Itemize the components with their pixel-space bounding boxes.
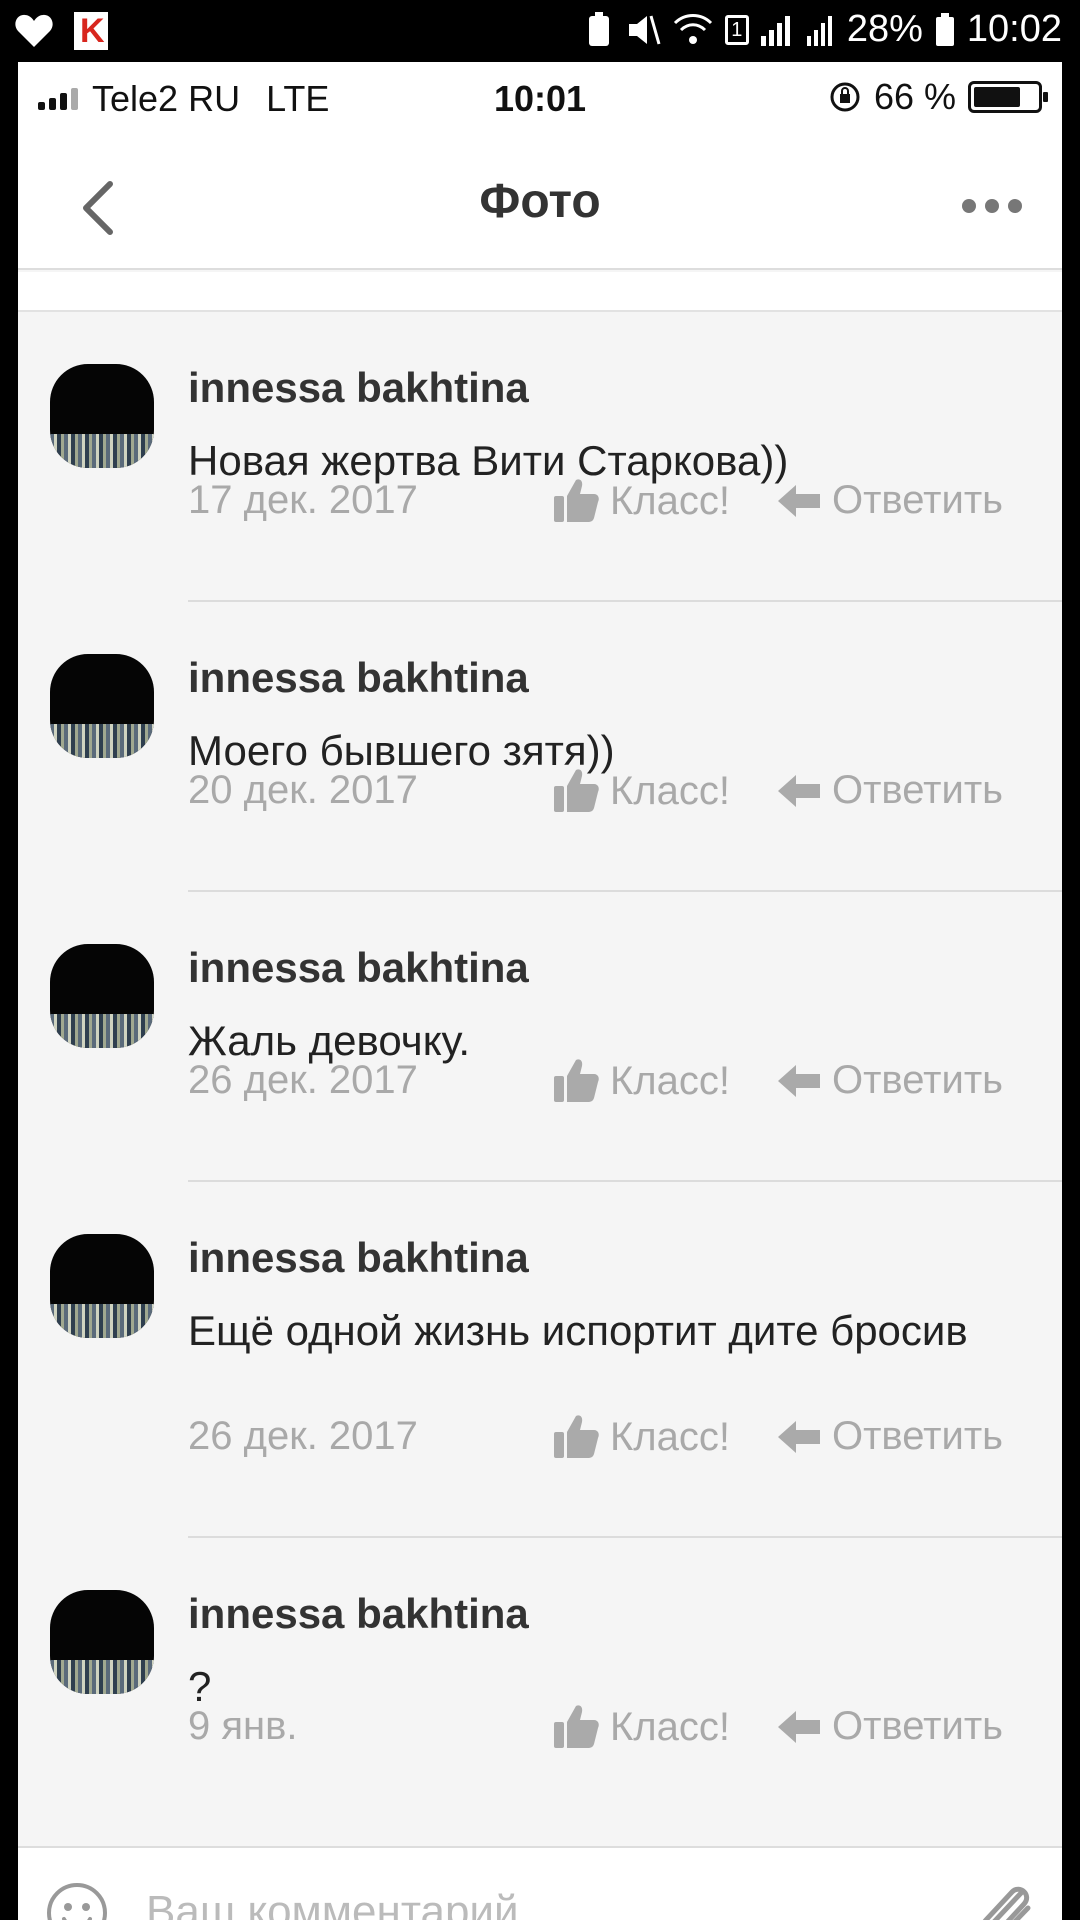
comment-meta: 17 дек. 2017 Класс! Ответить: [188, 478, 1048, 528]
lock-battery-icon: [588, 11, 609, 46]
comment-date: 26 дек. 2017: [188, 1058, 418, 1102]
more-dot-icon: [1008, 199, 1022, 213]
comment-author[interactable]: innessa bakhtina: [188, 1234, 529, 1282]
reply-label: Ответить: [832, 1704, 1003, 1748]
reply-arrow-icon: [778, 774, 820, 807]
ios-status-bar: Tele2 RU LTE 10:01 66 %: [18, 62, 1062, 134]
emoji-icon[interactable]: [46, 1882, 108, 1920]
like-label: Класс!: [610, 1704, 730, 1749]
reply-arrow-icon: [778, 1420, 820, 1453]
ios-battery-percent: 66 %: [873, 76, 956, 117]
comment-item: innessa bakhtina Ещё одной жизнь испорти…: [18, 1182, 1062, 1538]
comment-input[interactable]: [146, 1876, 886, 1920]
like-button[interactable]: Класс!: [552, 1058, 730, 1104]
reply-button[interactable]: Ответить: [776, 1704, 1003, 1749]
more-options-button[interactable]: [952, 186, 1032, 226]
sim-icon: 1: [724, 14, 749, 45]
avatar[interactable]: [50, 364, 154, 468]
comment-meta: 9 янв. Класс! Ответить: [188, 1704, 1048, 1754]
comment-item: innessa bakhtina Новая жертва Вити Старк…: [18, 312, 1062, 602]
comment-date: 17 дек. 2017: [188, 478, 418, 522]
comment-composer: [18, 1846, 1062, 1920]
paperclip-icon[interactable]: [972, 1878, 1038, 1920]
reply-button[interactable]: Ответить: [776, 768, 1003, 813]
previous-content-fragment: [18, 272, 1062, 312]
reply-arrow-icon: [778, 1710, 820, 1743]
reply-arrow-icon: [778, 484, 820, 517]
like-label: Класс!: [610, 1058, 730, 1103]
android-battery-percent: 28%: [846, 8, 923, 50]
avatar[interactable]: [50, 1590, 154, 1694]
thumbs-up-icon: [554, 1059, 599, 1102]
comment-meta: 26 дек. 2017 Класс! Ответить: [188, 1414, 1048, 1464]
battery-icon: [935, 12, 954, 46]
reply-button[interactable]: Ответить: [776, 1414, 1003, 1459]
comment-author[interactable]: innessa bakhtina: [188, 364, 529, 412]
reply-label: Ответить: [832, 768, 1003, 812]
orientation-lock-icon: [830, 82, 860, 112]
like-label: Класс!: [610, 768, 730, 813]
nav-bar: Фото: [18, 134, 1062, 270]
comment-date: 26 дек. 2017: [188, 1414, 418, 1458]
android-time: 10:02: [966, 8, 1062, 50]
like-button[interactable]: Класс!: [552, 1414, 730, 1460]
like-button[interactable]: Класс!: [552, 768, 730, 814]
comment-date: 9 янв.: [188, 1704, 298, 1748]
comment-author[interactable]: innessa bakhtina: [188, 654, 529, 702]
reply-arrow-icon: [778, 1064, 820, 1097]
avatar[interactable]: [50, 1234, 154, 1338]
reply-label: Ответить: [832, 1414, 1003, 1458]
comment-item: innessa bakhtina Жаль девочку. 26 дек. 2…: [18, 892, 1062, 1182]
kaspersky-icon: [74, 12, 108, 51]
thumbs-up-icon: [554, 479, 599, 522]
thumbs-up-icon: [554, 1705, 599, 1748]
mute-icon: [628, 15, 661, 44]
like-label: Класс!: [610, 478, 730, 523]
more-dot-icon: [985, 199, 999, 213]
signal-icon: [760, 15, 790, 46]
comment-date: 20 дек. 2017: [188, 768, 418, 812]
page-title: Фото: [479, 175, 601, 228]
comment-item: innessa bakhtina ? 9 янв. Класс! Ответит…: [18, 1538, 1062, 1828]
reply-button[interactable]: Ответить: [776, 1058, 1003, 1103]
avatar[interactable]: [50, 944, 154, 1048]
more-dot-icon: [962, 199, 976, 213]
comment-meta: 20 дек. 2017 Класс! Ответить: [188, 768, 1048, 818]
avatar[interactable]: [50, 654, 154, 758]
comment-author[interactable]: innessa bakhtina: [188, 944, 529, 992]
like-button[interactable]: Класс!: [552, 478, 730, 524]
android-status-bar: 1 28% 10:02: [0, 0, 1080, 62]
wifi-icon: [673, 13, 712, 44]
comment-text: Ещё одной жизнь испортит дите бросив: [188, 1307, 968, 1354]
like-label: Класс!: [610, 1414, 730, 1459]
reply-label: Ответить: [832, 478, 1003, 522]
heart-icon: [15, 14, 53, 47]
reply-button[interactable]: Ответить: [776, 478, 1003, 523]
reply-label: Ответить: [832, 1058, 1003, 1102]
comment-item: innessa bakhtina Моего бывшего зятя)) 20…: [18, 602, 1062, 892]
comment-meta: 26 дек. 2017 Класс! Ответить: [188, 1058, 1048, 1108]
phone-screen: Tele2 RU LTE 10:01 66 % Фото innessa bak…: [18, 62, 1062, 1920]
signal-2-icon: [806, 15, 832, 46]
comments-list[interactable]: innessa bakhtina Новая жертва Вити Старк…: [18, 272, 1062, 1846]
like-button[interactable]: Класс!: [552, 1704, 730, 1750]
thumbs-up-icon: [554, 769, 599, 812]
thumbs-up-icon: [554, 1415, 599, 1458]
ios-battery-icon: [968, 81, 1048, 113]
comment-author[interactable]: innessa bakhtina: [188, 1590, 529, 1638]
